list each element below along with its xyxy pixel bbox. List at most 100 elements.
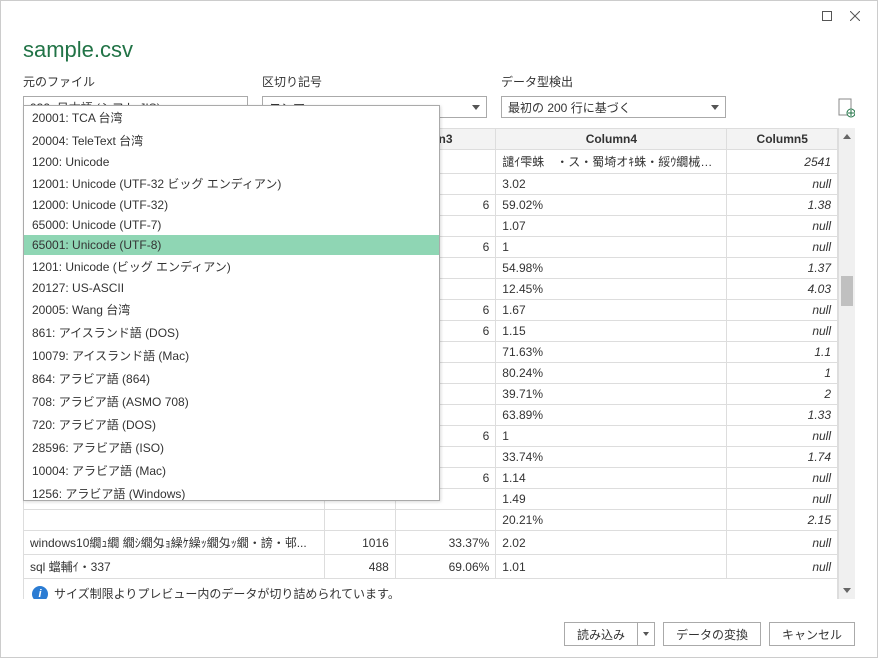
encoding-option[interactable]: 20005: Wang 台湾 xyxy=(24,298,439,321)
encoding-option[interactable]: 1201: Unicode (ビッグ エンディアン) xyxy=(24,255,439,278)
file-title: sample.csv xyxy=(23,31,855,73)
table-cell: 63.89% xyxy=(496,405,727,426)
table-cell: 59.02% xyxy=(496,195,727,216)
dialog-window: sample.csv 元のファイル 932: 日本語 (シフト JIS) 区切り… xyxy=(0,0,878,658)
table-cell: null xyxy=(727,468,838,489)
settings-icon[interactable] xyxy=(837,98,855,118)
info-icon: i xyxy=(32,586,48,600)
encoding-option[interactable]: 864: アラビア語 (864) xyxy=(24,367,439,390)
table-cell: 488 xyxy=(325,555,395,579)
table-cell: 1.01 xyxy=(496,555,727,579)
scroll-up-button[interactable] xyxy=(839,128,855,145)
table-cell: 54.98% xyxy=(496,258,727,279)
table-cell: null xyxy=(727,300,838,321)
chevron-down-icon xyxy=(472,105,480,110)
encoding-option[interactable]: 1200: Unicode xyxy=(24,152,439,172)
table-cell: 1016 xyxy=(325,531,395,555)
table-cell: 1.74 xyxy=(727,447,838,468)
chevron-down-icon xyxy=(711,105,719,110)
transform-button[interactable]: データの変換 xyxy=(663,622,761,646)
table-cell: 20.21% xyxy=(496,510,727,531)
cancel-button[interactable]: キャンセル xyxy=(769,622,855,646)
table-cell: 1.67 xyxy=(496,300,727,321)
vertical-scrollbar[interactable] xyxy=(838,128,855,599)
table-cell xyxy=(395,510,495,531)
table-cell: 1 xyxy=(727,363,838,384)
table-cell: 4.03 xyxy=(727,279,838,300)
encoding-option[interactable]: 20127: US-ASCII xyxy=(24,278,439,298)
table-cell: 80.24% xyxy=(496,363,727,384)
encoding-option[interactable]: 10079: アイスランド語 (Mac) xyxy=(24,344,439,367)
chevron-up-icon xyxy=(843,134,851,139)
maximize-button[interactable] xyxy=(813,5,841,27)
table-cell: 1.33 xyxy=(727,405,838,426)
encoding-option[interactable]: 720: アラビア語 (DOS) xyxy=(24,413,439,436)
chevron-down-icon xyxy=(643,632,649,636)
encoding-option[interactable]: 12001: Unicode (UTF-32 ビッグ エンディアン) xyxy=(24,172,439,195)
table-cell: 1 xyxy=(496,426,727,447)
table-cell: null xyxy=(727,489,838,510)
table-cell: null xyxy=(727,216,838,237)
table-cell: 3.02 xyxy=(496,174,727,195)
table-cell: 2541 xyxy=(727,150,838,174)
table-cell: 1.38 xyxy=(727,195,838,216)
table-cell: 1.37 xyxy=(727,258,838,279)
load-button-label: 読み込み xyxy=(564,622,637,646)
table-cell: 1.15 xyxy=(496,321,727,342)
encoding-option[interactable]: 28596: アラビア語 (ISO) xyxy=(24,436,439,459)
transform-button-label: データの変換 xyxy=(676,626,748,643)
table-cell: 2 xyxy=(727,384,838,405)
encoding-option[interactable]: 861: アイスランド語 (DOS) xyxy=(24,321,439,344)
table-cell: 1.49 xyxy=(496,489,727,510)
scroll-thumb[interactable] xyxy=(841,276,853,306)
table-cell: 2.15 xyxy=(727,510,838,531)
delimiter-label: 区切り記号 xyxy=(262,73,487,92)
detect-combo[interactable]: 最初の 200 行に基づく xyxy=(501,96,726,118)
table-cell: null xyxy=(727,555,838,579)
table-cell xyxy=(325,510,395,531)
column-header[interactable]: Column4 xyxy=(496,129,727,150)
encoding-option[interactable]: 1256: アラビア語 (Windows) xyxy=(24,482,439,501)
origin-label: 元のファイル xyxy=(23,73,248,92)
table-cell: sql 蟷輔ｲ・337 xyxy=(24,555,325,579)
encoding-option[interactable]: 65000: Unicode (UTF-7) xyxy=(24,215,439,235)
table-cell: null xyxy=(727,531,838,555)
table-cell: 1 xyxy=(496,237,727,258)
table-cell: windows10繝ｭ繝 繝ｼ繝匁ｮ繰ｹ繰ｯ繝匁ｯ繝・謗・邨... xyxy=(24,531,325,555)
table-cell: null xyxy=(727,237,838,258)
table-row[interactable]: windows10繝ｭ繝 繝ｼ繝匁ｮ繰ｹ繰ｯ繝匁ｯ繝・謗・邨...101633.… xyxy=(24,531,838,555)
detect-label: データ型検出 xyxy=(501,73,726,92)
encoding-option[interactable]: 12000: Unicode (UTF-32) xyxy=(24,195,439,215)
table-cell: null xyxy=(727,321,838,342)
table-cell: 1.1 xyxy=(727,342,838,363)
scroll-track[interactable] xyxy=(839,145,855,582)
info-message: サイズ制限よりプレビュー内のデータが切り詰められています。 xyxy=(54,585,400,599)
load-button[interactable]: 読み込み xyxy=(564,622,655,646)
encoding-option[interactable]: 708: アラビア語 (ASMO 708) xyxy=(24,390,439,413)
encoding-option[interactable]: 65001: Unicode (UTF-8) xyxy=(24,235,439,255)
table-cell: null xyxy=(727,174,838,195)
dialog-footer: 読み込み データの変換 キャンセル xyxy=(1,611,877,657)
scroll-down-button[interactable] xyxy=(839,582,855,599)
table-cell: 2.02 xyxy=(496,531,727,555)
table-cell: 33.37% xyxy=(395,531,495,555)
detect-combo-value: 最初の 200 行に基づく xyxy=(508,99,631,116)
table-row[interactable]: 20.21%2.15 xyxy=(24,510,838,531)
table-cell: 12.45% xyxy=(496,279,727,300)
close-button[interactable] xyxy=(841,5,869,27)
table-cell: 1.07 xyxy=(496,216,727,237)
table-cell: 71.63% xyxy=(496,342,727,363)
detect-group: データ型検出 最初の 200 行に基づく xyxy=(501,73,726,118)
load-button-dropdown[interactable] xyxy=(637,622,655,646)
encoding-option[interactable]: 10004: アラビア語 (Mac) xyxy=(24,459,439,482)
info-bar: i サイズ制限よりプレビュー内のデータが切り詰められています。 xyxy=(23,579,838,599)
encoding-dropdown[interactable]: 20001: TCA 台湾20004: TeleText 台湾1200: Uni… xyxy=(23,105,440,501)
table-cell: 69.06% xyxy=(395,555,495,579)
table-row[interactable]: sql 蟷輔ｲ・33748869.06%1.01null xyxy=(24,555,838,579)
encoding-option[interactable]: 20001: TCA 台湾 xyxy=(24,106,439,129)
cancel-button-label: キャンセル xyxy=(782,626,842,643)
column-header[interactable]: Column5 xyxy=(727,129,838,150)
encoding-option[interactable]: 20004: TeleText 台湾 xyxy=(24,129,439,152)
table-cell: 39.71% xyxy=(496,384,727,405)
maximize-icon xyxy=(822,11,832,21)
